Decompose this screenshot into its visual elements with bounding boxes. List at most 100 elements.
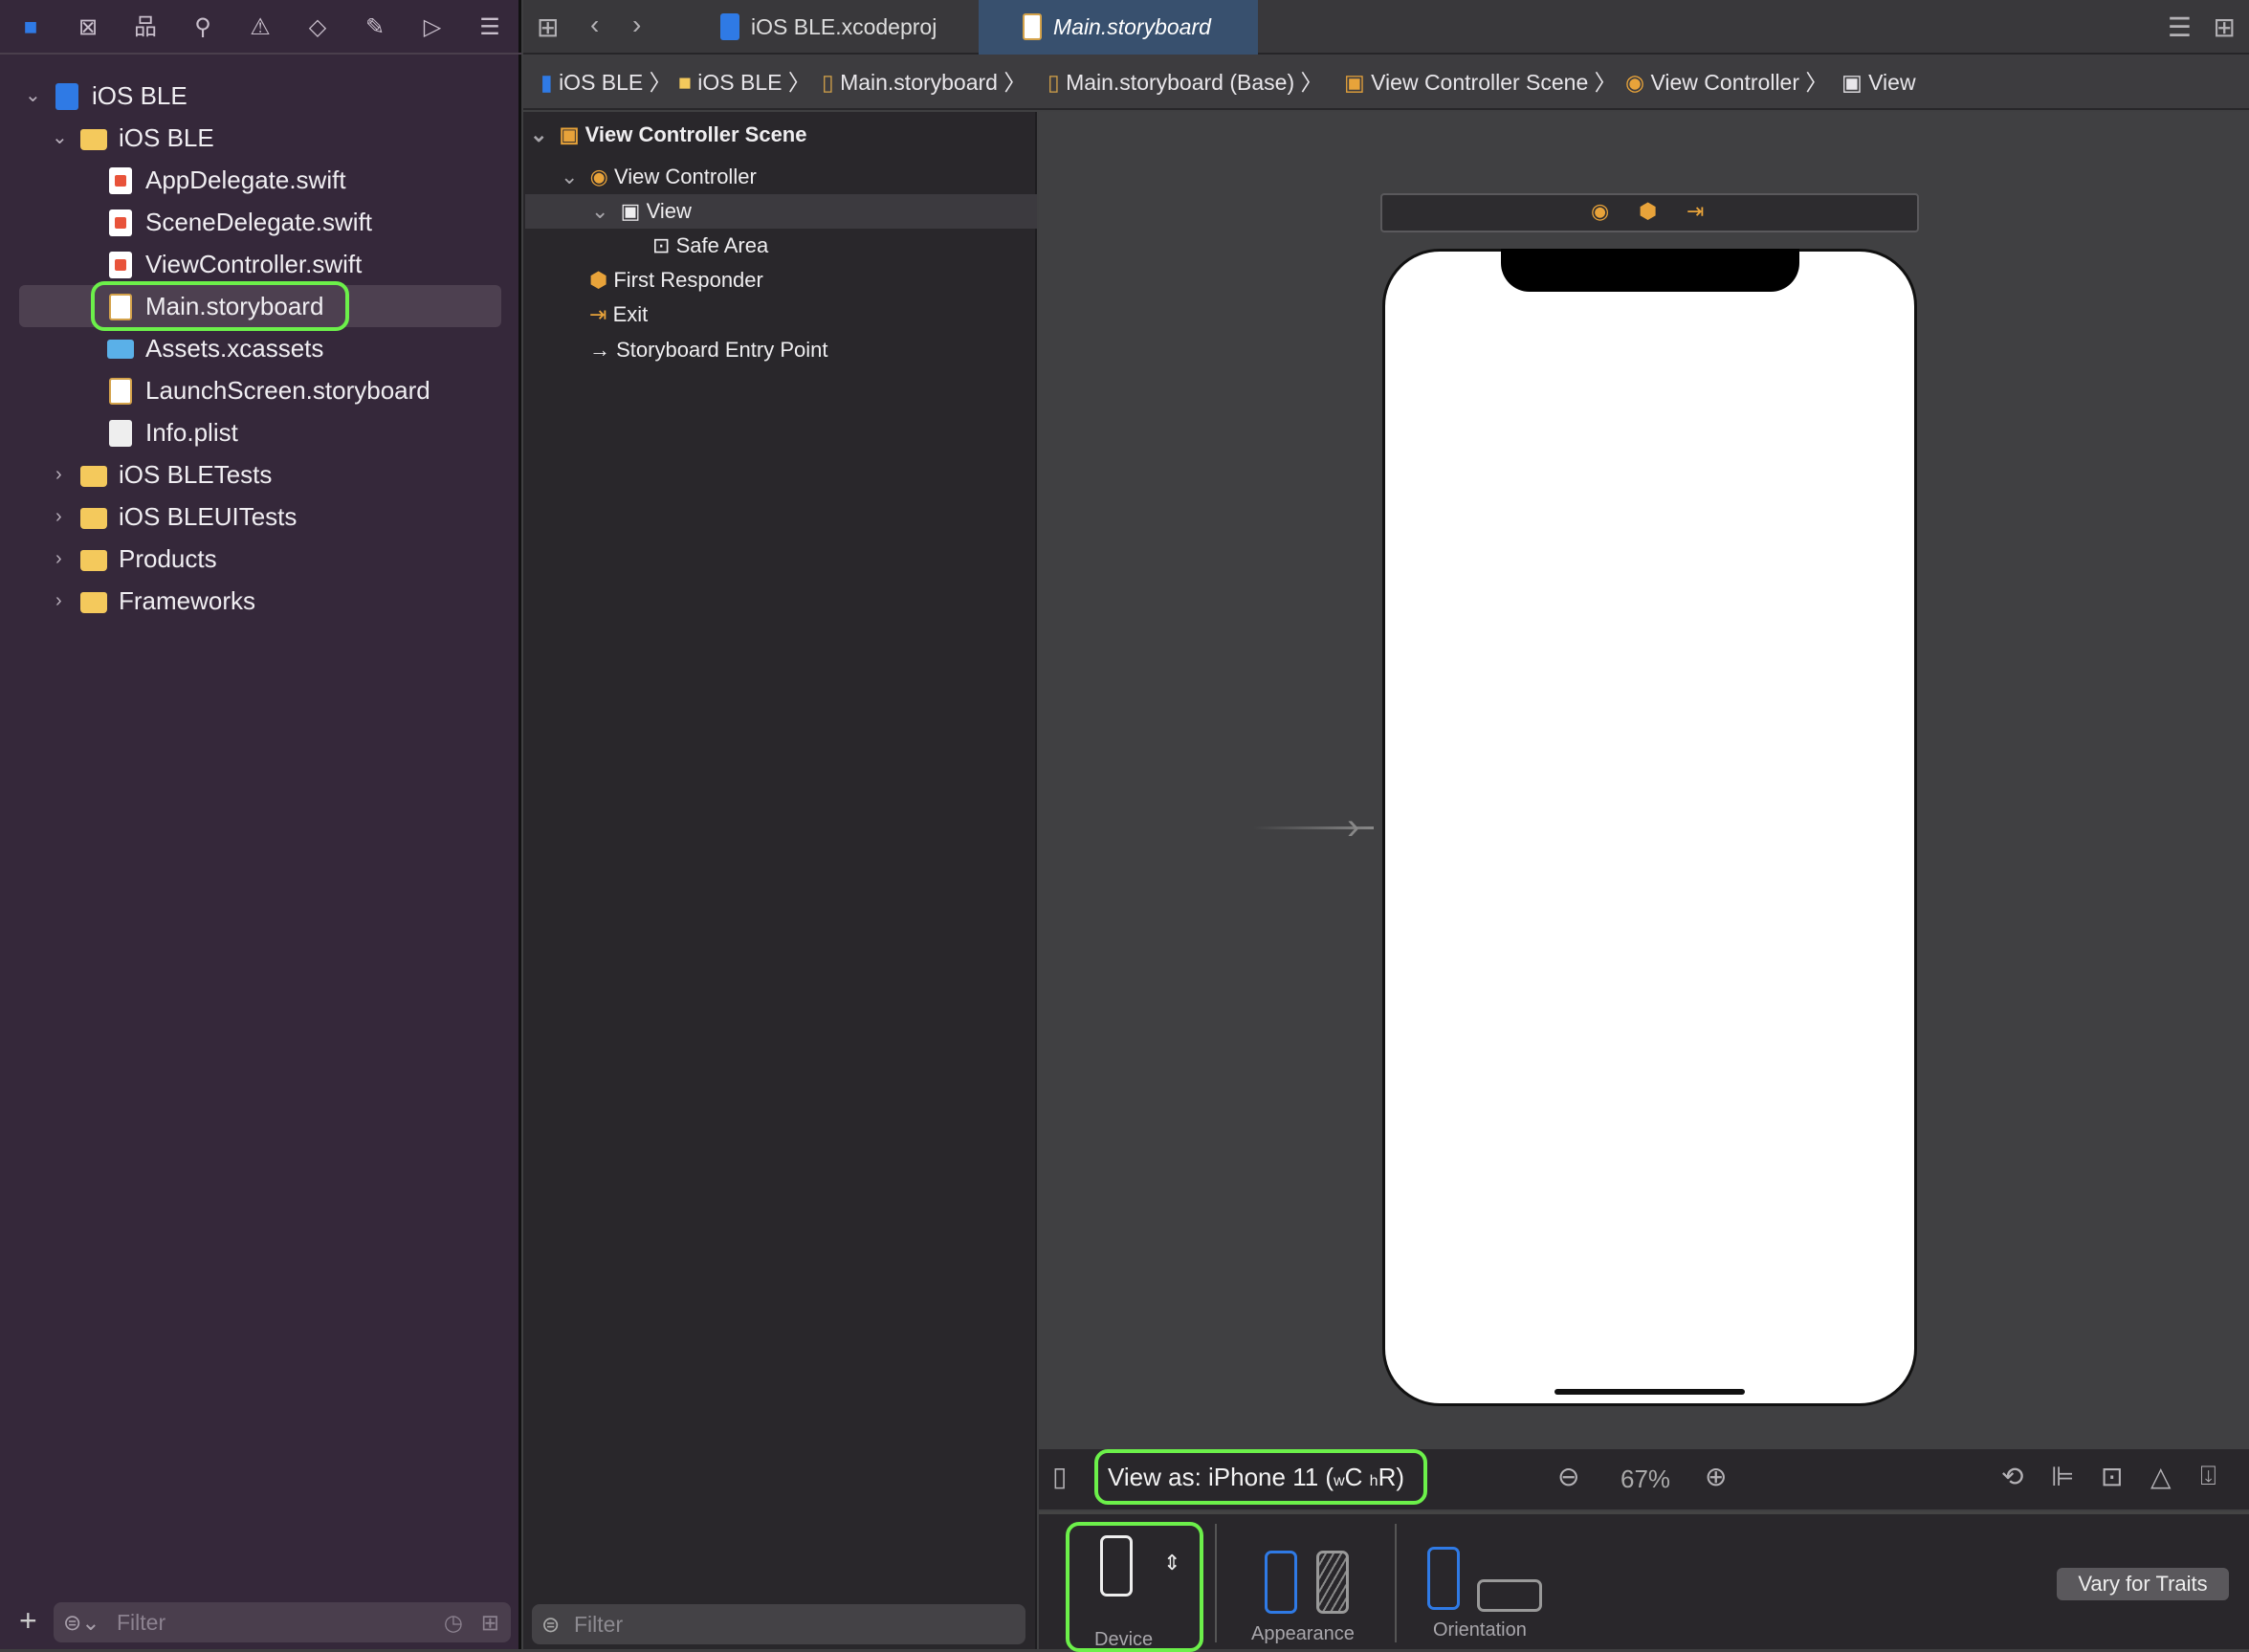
outline-item-view-controller[interactable]: ⌄ ◉ View Controller bbox=[561, 160, 757, 194]
folder-icon[interactable]: ■ bbox=[16, 13, 45, 42]
breakpoint-icon[interactable]: ▷ bbox=[418, 13, 447, 42]
view-controller-icon[interactable]: ◉ bbox=[1591, 199, 1609, 224]
hierarchy-icon[interactable]: 品 bbox=[131, 13, 160, 42]
report-icon[interactable]: ☰ bbox=[475, 13, 504, 42]
tree-item-label: SceneDelegate.swift bbox=[145, 208, 373, 236]
swift-file-icon bbox=[109, 167, 132, 194]
tab-xcodeproj[interactable]: iOS BLE.xcodeproj bbox=[720, 0, 979, 55]
outline-item-scene[interactable]: ⌄ ▣ View Controller Scene bbox=[530, 118, 807, 152]
test-icon[interactable]: ◇ bbox=[303, 13, 332, 42]
tree-item-file[interactable]: Assets.xcassets bbox=[0, 327, 517, 369]
scene-dock[interactable]: ◉ ⬢ ⇥ bbox=[1380, 193, 1919, 232]
iphone-view[interactable] bbox=[1382, 249, 1917, 1406]
dark-appearance-icon[interactable] bbox=[1316, 1551, 1349, 1614]
tree-item-group[interactable]: ⌄ iOS BLE bbox=[0, 117, 517, 159]
tree-item-file[interactable]: AppDelegate.swift bbox=[0, 159, 517, 201]
vary-for-traits-button[interactable]: Vary for Traits bbox=[2057, 1568, 2229, 1600]
project-icon bbox=[720, 13, 739, 40]
portrait-orientation-icon[interactable] bbox=[1427, 1547, 1460, 1610]
breadcrumb-item[interactable]: ▯ Main.storyboard 〉 bbox=[822, 55, 1025, 110]
outline-item-safe-area[interactable]: ⊡ Safe Area bbox=[652, 229, 768, 263]
embed-icon[interactable]: ⍗ bbox=[2200, 1461, 2216, 1492]
folder-icon bbox=[80, 550, 107, 571]
tree-item-label: Info.plist bbox=[145, 418, 238, 447]
plist-icon bbox=[109, 420, 132, 447]
outline-item-view[interactable]: ⌄ ▣ View bbox=[591, 194, 692, 229]
outline-item-first-responder[interactable]: ⬢ First Responder bbox=[589, 263, 763, 297]
chevron-updown-icon[interactable]: ⇕ bbox=[1163, 1551, 1180, 1575]
tree-item-file[interactable]: Info.plist bbox=[0, 411, 517, 453]
breadcrumb-item[interactable]: ▯ Main.storyboard (Base) 〉 bbox=[1047, 55, 1323, 110]
first-responder-icon[interactable]: ⬢ bbox=[1639, 199, 1657, 224]
add-icon[interactable]: + bbox=[19, 1603, 37, 1639]
divider bbox=[1395, 1524, 1397, 1642]
filter-placeholder: Filter bbox=[117, 1610, 166, 1635]
search-icon[interactable]: ⚲ bbox=[188, 13, 217, 42]
resolve-issues-icon[interactable]: △ bbox=[2150, 1461, 2172, 1492]
warning-icon[interactable]: ⚠ bbox=[246, 13, 275, 42]
align-icon[interactable]: ⊫ bbox=[2051, 1461, 2074, 1492]
landscape-orientation-icon[interactable] bbox=[1477, 1579, 1542, 1612]
breadcrumb-item[interactable]: ◉ View Controller 〉 bbox=[1625, 55, 1827, 110]
tab-main-storyboard[interactable]: Main.storyboard bbox=[979, 0, 1258, 55]
tree-item-file[interactable]: SceneDelegate.swift bbox=[0, 201, 517, 243]
folder-icon bbox=[80, 508, 107, 529]
breadcrumb-item[interactable]: ▮ iOS BLE 〉 bbox=[540, 55, 672, 110]
toggle-outline-icon[interactable]: ▯ bbox=[1052, 1461, 1067, 1492]
view-as-device-button[interactable]: View as: iPhone 11 (wC hR) bbox=[1108, 1463, 1404, 1492]
zoom-out-icon[interactable]: ⊖ bbox=[1557, 1461, 1579, 1492]
folder-icon bbox=[80, 466, 107, 487]
back-icon[interactable]: ‹ bbox=[590, 10, 599, 40]
zoom-level: 67% bbox=[1621, 1465, 1671, 1493]
device-phone-icon[interactable] bbox=[1100, 1535, 1133, 1597]
outline-item-entry-point[interactable]: → Storyboard Entry Point bbox=[589, 333, 827, 367]
tree-item-label: Products bbox=[119, 544, 217, 573]
outline-item-exit[interactable]: ⇥ Exit bbox=[589, 297, 648, 332]
storyboard-icon bbox=[1023, 13, 1042, 40]
add-editor-icon[interactable]: ⊞ bbox=[2214, 11, 2236, 43]
filter-options-icon[interactable]: ⊜⌄ bbox=[63, 1602, 100, 1642]
exit-icon[interactable]: ⇥ bbox=[1687, 199, 1704, 224]
forward-icon[interactable]: › bbox=[632, 10, 641, 40]
tab-label: Main.storyboard bbox=[1053, 14, 1211, 39]
tab-label: iOS BLE.xcodeproj bbox=[751, 14, 937, 39]
outline-filter-input[interactable]: ⊜ Filter bbox=[532, 1604, 1025, 1644]
editor-options-icon[interactable]: ☰ bbox=[2168, 11, 2192, 43]
divider bbox=[1215, 1524, 1217, 1642]
tree-item-file[interactable]: ViewController.swift bbox=[0, 243, 517, 285]
folder-icon bbox=[80, 129, 107, 150]
tree-item-group[interactable]: › Frameworks bbox=[0, 580, 517, 622]
tree-item-label: Frameworks bbox=[119, 586, 256, 615]
update-frames-icon[interactable]: ⟲ bbox=[2001, 1461, 2023, 1492]
debug-icon[interactable]: ✎ bbox=[361, 13, 389, 42]
filter-icon: ⊜ bbox=[541, 1612, 561, 1637]
tree-item-group[interactable]: › iOS BLEUITests bbox=[0, 496, 517, 538]
related-items-icon[interactable]: ⊞ bbox=[537, 11, 559, 43]
tree-item-file[interactable]: LaunchScreen.storyboard bbox=[0, 369, 517, 411]
breadcrumb-item[interactable]: ■ iOS BLE 〉 bbox=[678, 55, 810, 110]
light-appearance-icon[interactable] bbox=[1265, 1551, 1297, 1614]
tree-item-project[interactable]: ⌄ iOS BLE bbox=[0, 75, 517, 117]
source-control-filter-icon[interactable]: ⊞ bbox=[481, 1602, 499, 1642]
recent-files-icon[interactable]: ◷ bbox=[444, 1602, 463, 1642]
arrow-head-icon: › bbox=[1347, 805, 1360, 848]
add-constraints-icon[interactable]: ⊡ bbox=[2101, 1461, 2123, 1492]
tree-item-label: iOS BLE bbox=[119, 123, 214, 152]
source-control-icon[interactable]: ⊠ bbox=[74, 13, 102, 42]
navigator-filter-input[interactable]: ⊜⌄ Filter ◷ ⊞ bbox=[54, 1602, 511, 1642]
assets-icon bbox=[107, 340, 134, 359]
tree-item-group[interactable]: › Products bbox=[0, 538, 517, 580]
tree-item-label: AppDelegate.swift bbox=[145, 165, 346, 194]
swift-file-icon bbox=[109, 252, 132, 278]
highlight-annotation bbox=[91, 281, 349, 331]
device-configuration-pane: ⇕ Device Appearance Orientation Vary for… bbox=[1039, 1511, 2249, 1652]
orientation-label: Orientation bbox=[1433, 1619, 1527, 1641]
breadcrumb-item[interactable]: ▣ View Controller Scene 〉 bbox=[1344, 55, 1617, 110]
tree-item-label: iOS BLE bbox=[92, 81, 187, 110]
tree-item-group[interactable]: › iOS BLETests bbox=[0, 453, 517, 496]
canvas-bottom-bar: ▯ View as: iPhone 11 (wC hR) ⊖ 67% ⊕ ⟲ ⊫… bbox=[1039, 1449, 2249, 1509]
filter-placeholder: Filter bbox=[574, 1612, 624, 1637]
zoom-in-icon[interactable]: ⊕ bbox=[1705, 1461, 1727, 1492]
appearance-label: Appearance bbox=[1251, 1623, 1355, 1644]
breadcrumb-item[interactable]: ▣ View bbox=[1841, 55, 1916, 110]
